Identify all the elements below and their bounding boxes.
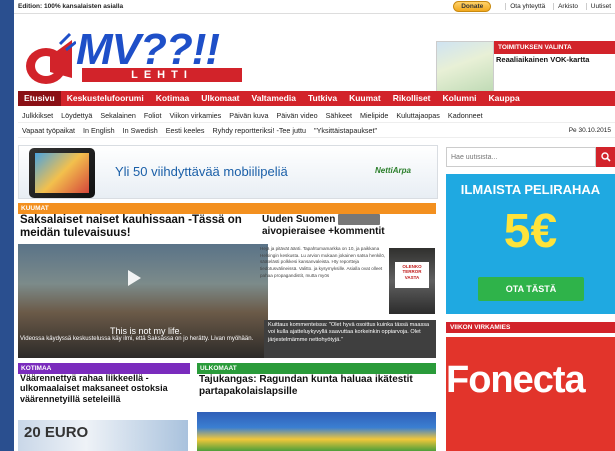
video-overlay-text: This is not my life. (110, 326, 183, 336)
fonecta-logo-text: Fonecta (446, 359, 586, 401)
banner-text: Yli 50 viihdyttävää mobiilipeliä (115, 164, 288, 179)
viikon-virkamies-label: VIIKON VIRKAMIES (446, 322, 615, 333)
main-story-caption: Videossa käydyssä keskustelussa käy ilmi… (20, 336, 254, 342)
casino-ad[interactable]: ILMAISTA PELIRAHAA 5€ OTA TÄSTÄ (446, 174, 615, 314)
subnav-item[interactable]: Sähkeet (326, 111, 352, 120)
subnav-item[interactable]: In Swedish (123, 126, 158, 135)
site-logo[interactable]: MV??!! LEHTI (20, 25, 242, 94)
logo-main: MV??!! (76, 25, 220, 74)
logo-sub: LEHTI (82, 68, 242, 82)
blurred-name (338, 214, 380, 225)
subnav-item[interactable]: Mielipide (360, 111, 388, 120)
subnav-item[interactable]: Löydettyä (61, 111, 92, 120)
sub-nav-row-1: Julkkikset Löydettyä Sekalainen Foliot V… (18, 108, 615, 123)
nav-item-rikolliset[interactable]: Rikolliset (387, 91, 437, 106)
subnav-item[interactable]: Eesti keeles (166, 126, 205, 135)
subnav-item[interactable]: Päivän kuva (229, 111, 268, 120)
subnav-item[interactable]: Foliot (144, 111, 162, 120)
euro-text: 20 EURO (24, 424, 89, 441)
nav-item-kauppa[interactable]: Kauppa (483, 91, 526, 106)
nav-item-tutkiva[interactable]: Tutkiva (302, 91, 343, 106)
current-date: Pe 30.10.2015 (568, 126, 611, 134)
phone-image (29, 148, 95, 198)
sub-nav: Julkkikset Löydettyä Sekalainen Foliot V… (18, 108, 615, 138)
ad-cta-button[interactable]: OTA TÄSTÄ (478, 277, 584, 301)
subnav-item[interactable]: Ryhdy reportteriksi! -Tee juttu (213, 126, 306, 135)
subnav-item[interactable]: Kuluttajaopas (396, 111, 440, 120)
banner-brand: NettiArpa (375, 166, 412, 175)
subnav-item[interactable]: "Yksittäistapaukset" (314, 126, 377, 135)
section-label-kuumat[interactable]: KUUMAT (18, 203, 436, 214)
header: MV??!! LEHTI TOIMITUKSEN VALINTA Reaalia… (14, 14, 615, 99)
megaphone-icon (26, 32, 76, 84)
page: Edition: 100% kansalaisten asialla Donat… (14, 0, 615, 451)
protest-sign: OLENKO TERROR VASTA (395, 262, 429, 288)
top-bar: Edition: 100% kansalaisten asialla Donat… (14, 0, 615, 14)
nav-item-valtamedia[interactable]: Valtamedia (246, 91, 302, 106)
section-label-ulkomaat[interactable]: ULKOMAAT (197, 363, 436, 374)
subnav-item[interactable]: Vapaat työpaikat (22, 126, 75, 135)
ulkomaat-story-image[interactable] (197, 412, 436, 451)
nav-item-kuumat[interactable]: Kuumat (343, 91, 387, 106)
kotimaa-story-title[interactable]: Väärennettyä rahaa liikkeellä - ulkomaal… (20, 373, 190, 404)
play-icon[interactable] (128, 270, 141, 286)
subnav-item[interactable]: Julkkikset (22, 111, 53, 120)
comment-quote: Kuittaus kommenteissa: "Olet hyvä osoitt… (264, 320, 436, 358)
nav-item-keskustelufoorumi[interactable]: Keskustelufoorumi (61, 91, 150, 106)
ulkomaat-story-title[interactable]: Tajukangas: Ragundan kunta haluaa ikätes… (199, 374, 435, 397)
main-story-title[interactable]: Saksalaiset naiset kauhissaan -Tässä on … (20, 214, 258, 240)
euro-banknote-image[interactable]: 20 EURO (18, 420, 188, 451)
news-link[interactable]: Uutiset (585, 3, 611, 10)
nav-item-kolumni[interactable]: Kolumni (437, 91, 483, 106)
mid-title-part2: aivopieraisee +kommentit (262, 225, 385, 237)
subnav-item[interactable]: Sekalainen (100, 111, 136, 120)
contact-link[interactable]: Ota yhteyttä (505, 3, 546, 10)
fonecta-ad[interactable]: Fonecta (446, 337, 615, 451)
search-button[interactable] (596, 147, 615, 167)
archive-link[interactable]: Arkisto (553, 3, 578, 10)
top-links: Ota yhteyttä Arkisto Uutiset (499, 3, 611, 10)
search-icon (600, 152, 611, 162)
nav-item-etusivu[interactable]: Etusivu (18, 91, 61, 106)
donate-button[interactable]: Donate (453, 1, 492, 12)
edition-text: Edition: 100% kansalaisten asialla (18, 3, 124, 10)
subnav-item[interactable]: Viikon virkamies (169, 111, 221, 120)
sub-nav-row-2: Vapaat työpaikat In English In Swedish E… (18, 123, 615, 138)
protest-sign-image[interactable]: OLENKO TERROR VASTA (389, 248, 435, 314)
mid-title-part1: Uuden Suomen (262, 214, 336, 225)
ad-headline: ILMAISTA PELIRAHAA (460, 182, 601, 197)
mid-story-body: Hejä ja pitävät äänti. Tapahtumamarkka o… (260, 246, 386, 278)
editor-pick-title[interactable]: Reaaliaikainen VOK-kartta (496, 55, 615, 64)
mid-story-title[interactable]: Uuden Suomen aivopieraisee +kommentit (262, 214, 436, 237)
ad-amount: 5€ (503, 205, 558, 258)
nav-item-ulkomaat[interactable]: Ulkomaat (195, 91, 245, 106)
subnav-item[interactable]: Päivän video (276, 111, 317, 120)
mobile-games-banner[interactable]: Yli 50 viihdyttävää mobiilipeliä NettiAr… (18, 145, 438, 199)
search-input[interactable] (446, 147, 596, 167)
subnav-item[interactable]: In English (83, 126, 115, 135)
editor-pick-label: TOIMITUKSEN VALINTA (494, 41, 615, 54)
subnav-item[interactable]: Kadonneet (448, 111, 483, 120)
main-nav: Etusivu Keskustelufoorumi Kotimaa Ulkoma… (18, 91, 615, 106)
nav-item-kotimaa[interactable]: Kotimaa (150, 91, 196, 106)
